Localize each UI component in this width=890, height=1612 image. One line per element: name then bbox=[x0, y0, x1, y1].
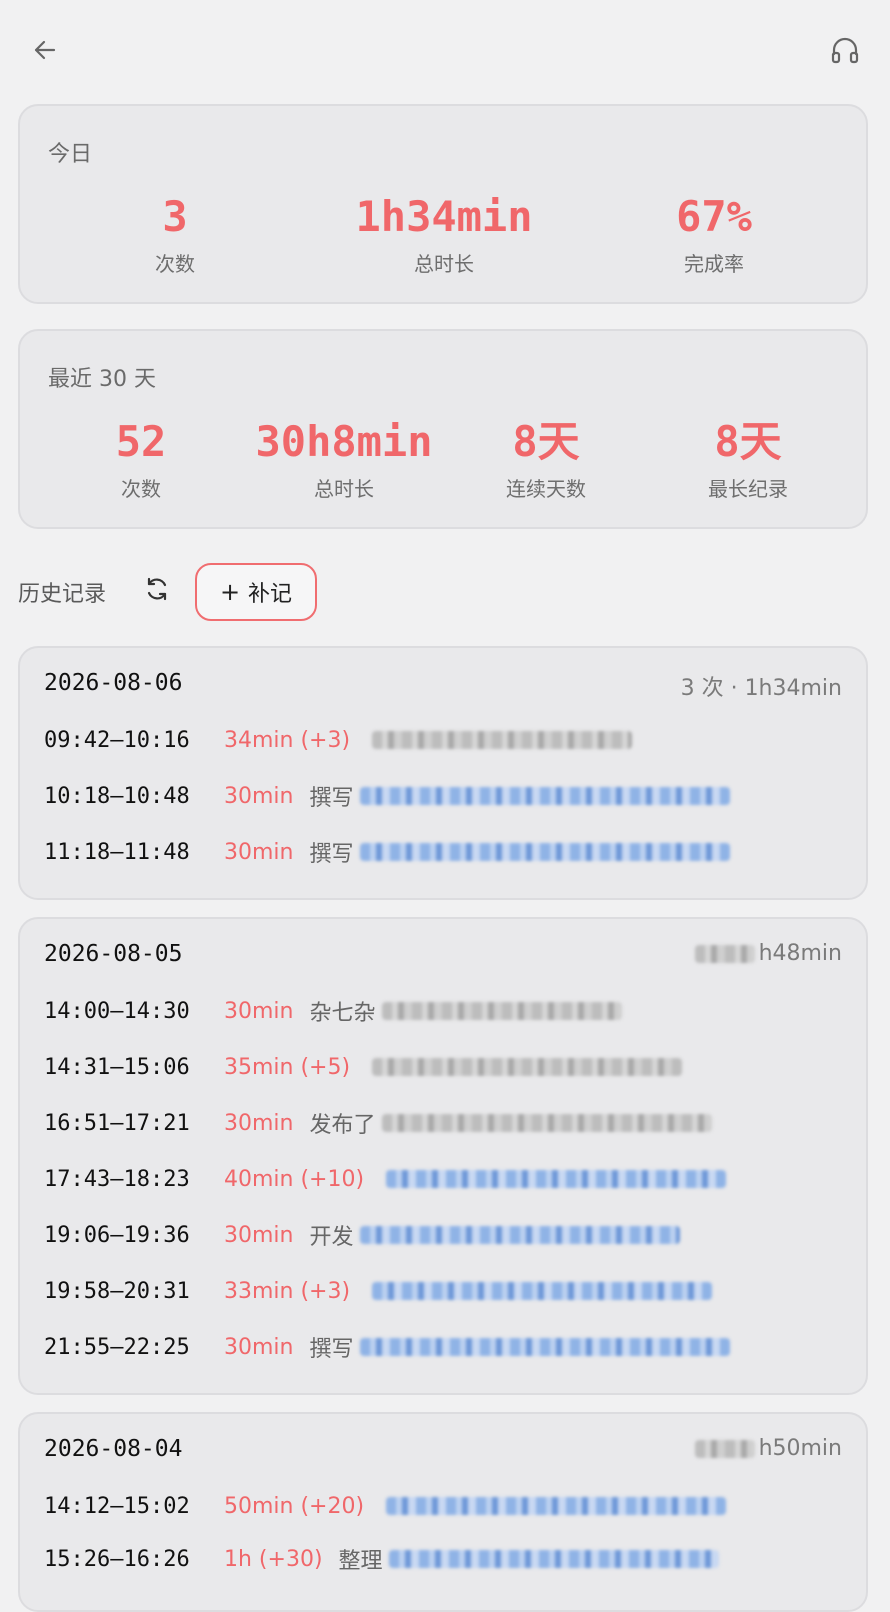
session-duration: 34min (+3) bbox=[224, 727, 351, 753]
today-completion-label: 完成率 bbox=[683, 252, 744, 276]
session-desc: 开发 bbox=[309, 1225, 354, 1250]
session-desc-redacted bbox=[359, 787, 730, 805]
refresh-button[interactable] bbox=[140, 574, 174, 608]
back-button[interactable] bbox=[23, 30, 67, 74]
session-desc-redacted bbox=[386, 1497, 727, 1515]
today-count-value: 3 bbox=[162, 192, 188, 241]
session-desc-redacted bbox=[381, 1114, 712, 1132]
today-title: 今日 bbox=[48, 142, 93, 167]
refresh-icon bbox=[144, 576, 170, 606]
session-duration: 33min (+3) bbox=[224, 1278, 351, 1304]
session-desc: 整理 bbox=[338, 1549, 383, 1574]
session-desc-redacted bbox=[359, 1338, 730, 1356]
session-time: 14:12–15:02 bbox=[44, 1493, 190, 1519]
session-time: 19:58–20:31 bbox=[44, 1278, 190, 1304]
today-duration-value: 1h34min bbox=[355, 192, 533, 241]
recent-streak-stat: 8天 连续天数 bbox=[506, 417, 586, 502]
day-date: 2026-08-05 bbox=[44, 941, 183, 967]
recent-record-value: 8天 bbox=[714, 417, 782, 466]
session-row[interactable]: 14:31–15:06 35min (+5) bbox=[44, 1052, 683, 1082]
recent-duration-stat: 30h8min 总时长 bbox=[255, 417, 432, 502]
session-desc-redacted bbox=[372, 1058, 683, 1076]
session-duration: 30min bbox=[224, 1222, 294, 1248]
recent-duration-value: 30h8min bbox=[255, 417, 433, 466]
session-time: 14:00–14:30 bbox=[44, 998, 190, 1024]
day-summary: 3 次 · 1h34min bbox=[680, 676, 842, 701]
today-duration-label: 总时长 bbox=[413, 252, 474, 276]
session-desc: 撰写 bbox=[309, 842, 354, 867]
recent-record-stat: 8天 最长纪录 bbox=[708, 417, 788, 502]
today-count-label: 次数 bbox=[155, 252, 195, 276]
session-row[interactable]: 14:00–14:30 30min 杂七杂 bbox=[44, 996, 622, 1026]
session-desc-redacted bbox=[359, 843, 730, 861]
recent-stats-card: 最近 30 天 52 次数 30h8min 总时长 8天 连续天数 8天 最长纪… bbox=[18, 329, 868, 529]
session-row[interactable]: 19:58–20:31 33min (+3) bbox=[44, 1276, 713, 1306]
session-row[interactable]: 19:06–19:36 30min 开发 bbox=[44, 1220, 680, 1250]
plus-icon: + bbox=[219, 578, 241, 606]
recent-streak-label: 连续天数 bbox=[506, 477, 586, 501]
recent-count-stat: 52 次数 bbox=[116, 417, 167, 502]
session-row[interactable]: 16:51–17:21 30min 发布了 bbox=[44, 1108, 712, 1138]
summary-redacted bbox=[694, 1440, 755, 1458]
today-completion-stat: 67% 完成率 bbox=[676, 192, 752, 277]
session-row[interactable]: 11:18–11:48 30min 撰写 bbox=[44, 837, 730, 867]
session-time: 14:31–15:06 bbox=[44, 1054, 190, 1080]
session-time: 10:18–10:48 bbox=[44, 783, 190, 809]
session-duration: 30min bbox=[224, 998, 294, 1024]
summary-redacted bbox=[694, 945, 755, 963]
session-desc-redacted bbox=[388, 1550, 719, 1568]
day-card[interactable]: 2026-08-06 3 次 · 1h34min 09:42–10:16 34m… bbox=[18, 646, 868, 900]
session-time: 09:42–10:16 bbox=[44, 727, 190, 753]
session-time: 19:06–19:36 bbox=[44, 1222, 190, 1248]
session-duration: 30min bbox=[224, 839, 294, 865]
session-row[interactable]: 21:55–22:25 30min 撰写 bbox=[44, 1332, 730, 1362]
session-duration: 30min bbox=[224, 1334, 294, 1360]
session-duration: 50min (+20) bbox=[224, 1493, 365, 1519]
today-stats-card: 今日 3 次数 1h34min 总时长 67% 完成率 bbox=[18, 104, 868, 304]
session-time: 17:43–18:23 bbox=[44, 1166, 190, 1192]
session-desc-redacted bbox=[372, 1282, 713, 1300]
session-row[interactable]: 14:12–15:02 50min (+20) bbox=[44, 1491, 727, 1521]
session-time: 16:51–17:21 bbox=[44, 1110, 190, 1136]
recent-count-label: 次数 bbox=[120, 477, 161, 501]
add-record-label: 补记 bbox=[248, 582, 293, 607]
recent-count-value: 52 bbox=[115, 417, 167, 466]
session-duration: 30min bbox=[224, 1110, 294, 1136]
today-count-stat: 3 次数 bbox=[155, 192, 195, 277]
session-desc-redacted bbox=[386, 1170, 727, 1188]
session-desc: 撰写 bbox=[309, 786, 354, 811]
day-summary: h50min bbox=[689, 1436, 842, 1461]
recent-title: 最近 30 天 bbox=[48, 367, 156, 392]
session-desc: 撰写 bbox=[309, 1337, 354, 1362]
session-desc: 发布了 bbox=[309, 1113, 376, 1138]
audio-button[interactable] bbox=[823, 30, 867, 74]
session-duration: 35min (+5) bbox=[224, 1054, 351, 1080]
session-row[interactable]: 15:26–16:26 1h (+30) 整理 bbox=[44, 1544, 719, 1574]
today-duration-stat: 1h34min 总时长 bbox=[355, 192, 532, 277]
headset-icon bbox=[830, 35, 860, 69]
recent-record-label: 最长纪录 bbox=[708, 477, 788, 501]
add-record-button[interactable]: + 补记 bbox=[195, 563, 317, 621]
session-row[interactable]: 09:42–10:16 34min (+3) bbox=[44, 725, 633, 755]
history-label: 历史记录 bbox=[18, 582, 107, 607]
day-card[interactable]: 2026-08-05 h48min 14:00–14:30 30min 杂七杂 … bbox=[18, 917, 868, 1395]
day-date: 2026-08-04 bbox=[44, 1436, 183, 1462]
day-date: 2026-08-06 bbox=[44, 670, 183, 696]
recent-duration-label: 总时长 bbox=[313, 477, 374, 501]
today-completion-value: 67% bbox=[676, 192, 752, 241]
session-time: 11:18–11:48 bbox=[44, 839, 190, 865]
session-desc-redacted bbox=[381, 1002, 622, 1020]
session-row[interactable]: 17:43–18:23 40min (+10) bbox=[44, 1164, 727, 1194]
session-desc-redacted bbox=[359, 1226, 680, 1244]
day-summary: h48min bbox=[689, 941, 842, 966]
day-card[interactable]: 2026-08-04 h50min 14:12–15:02 50min (+20… bbox=[18, 1412, 868, 1612]
recent-streak-value: 8天 bbox=[512, 417, 580, 466]
session-duration: 40min (+10) bbox=[224, 1166, 365, 1192]
session-desc-redacted bbox=[372, 731, 633, 749]
arrow-left-icon bbox=[32, 37, 58, 67]
session-duration: 30min bbox=[224, 783, 294, 809]
session-desc: 杂七杂 bbox=[309, 1001, 376, 1026]
session-row[interactable]: 10:18–10:48 30min 撰写 bbox=[44, 781, 730, 811]
session-time: 21:55–22:25 bbox=[44, 1334, 190, 1360]
